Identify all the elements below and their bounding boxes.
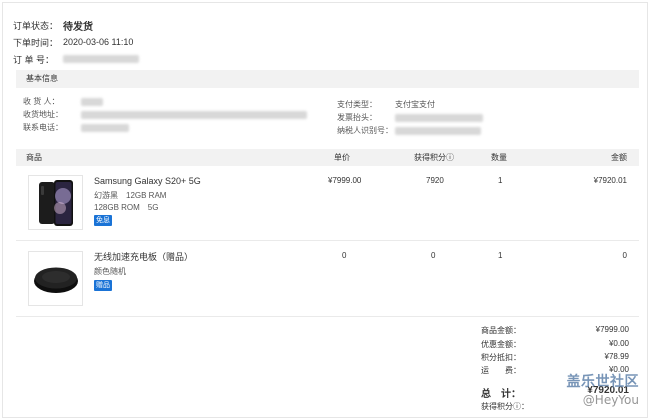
invoice-label: 发票抬头： bbox=[337, 113, 377, 122]
table-row: 无线加速充电板（赠品） 颜色随机 赠品 0 0 1 0 bbox=[16, 241, 639, 316]
charger-image-icon bbox=[33, 267, 78, 293]
order-number-row: 订 单 号： bbox=[13, 51, 139, 67]
product-points: 0 bbox=[431, 251, 436, 260]
col-quantity: 数量 bbox=[491, 153, 507, 162]
taxpayer-label: 纳税人识别号： bbox=[337, 126, 393, 135]
phone-image-icon bbox=[38, 179, 73, 226]
recipient-info: 收 货 人： 收货地址： 联系电话： bbox=[23, 95, 307, 134]
points-deduction-value: ¥78.99 bbox=[604, 352, 629, 361]
product-price: ¥7999.00 bbox=[328, 176, 362, 185]
table-row: Samsung Galaxy S20+ 5G 幻游黑 12GB RAM 128G… bbox=[16, 166, 639, 241]
total-label: 总 计： bbox=[481, 389, 521, 400]
product-quantity: 1 bbox=[498, 176, 503, 185]
product-name[interactable]: Samsung Galaxy S20+ 5G bbox=[94, 175, 201, 188]
payment-info: 支付类型： 支付宝支付 发票抬头： 纳税人识别号： bbox=[337, 98, 483, 137]
order-number-label: 订 单 号： bbox=[13, 54, 55, 65]
points-deduction-row: 积分抵扣： ¥78.99 bbox=[481, 352, 629, 366]
order-status-row: 订单状态： 待发货 bbox=[13, 17, 139, 33]
recipient-row: 收 货 人： bbox=[23, 95, 307, 108]
discount-row: 优惠金额： ¥0.00 bbox=[481, 339, 629, 353]
order-time-value: 2020-03-06 11:10 bbox=[63, 37, 134, 47]
order-time-label: 下单时间： bbox=[13, 37, 59, 48]
discount-value: ¥0.00 bbox=[608, 339, 629, 348]
taxpayer-row: 纳税人识别号： bbox=[337, 124, 483, 137]
col-amount: 金额 bbox=[611, 153, 627, 162]
earned-points-label: 获得积分ⓘ： bbox=[481, 402, 529, 411]
product-price: 0 bbox=[342, 251, 347, 260]
address-label: 收货地址： bbox=[23, 110, 63, 119]
phone-label: 联系电话： bbox=[23, 123, 63, 132]
discount-label: 优惠金额： bbox=[481, 340, 521, 349]
col-points: 获得积分ⓘ bbox=[414, 153, 454, 162]
watermark-handle: @HeyYou bbox=[582, 393, 639, 407]
product-amount: 0 bbox=[622, 251, 627, 260]
product-amount: ¥7920.01 bbox=[593, 176, 627, 185]
product-quantity: 1 bbox=[498, 251, 503, 260]
order-number-redacted bbox=[63, 55, 139, 63]
goods-amount-value: ¥7999.00 bbox=[595, 325, 629, 334]
shipping-label: 运 费： bbox=[481, 366, 521, 375]
order-status-label: 订单状态： bbox=[13, 20, 59, 31]
gift-badge: 赠品 bbox=[94, 280, 112, 291]
address-redacted bbox=[81, 110, 307, 119]
basic-info-header: 基本信息 bbox=[16, 70, 639, 88]
col-price: 单价 bbox=[334, 153, 350, 162]
pay-type-label: 支付类型： bbox=[337, 100, 377, 109]
order-status-block: 订单状态： 待发货 下单时间： 2020-03-06 11:10 订 单 号： bbox=[13, 17, 139, 68]
pay-type-value: 支付宝支付 bbox=[395, 100, 435, 109]
order-time-row: 下单时间： 2020-03-06 11:10 bbox=[13, 34, 139, 50]
col-product: 商品 bbox=[26, 153, 42, 162]
invoice-redacted bbox=[395, 113, 483, 122]
order-detail-panel: 订单状态： 待发货 下单时间： 2020-03-06 11:10 订 单 号： … bbox=[2, 2, 648, 418]
goods-amount-row: 商品金额： ¥7999.00 bbox=[481, 325, 629, 339]
summary-divider bbox=[16, 316, 639, 317]
taxpayer-redacted bbox=[395, 126, 481, 135]
invoice-row: 发票抬头： bbox=[337, 111, 483, 124]
product-thumbnail-phone[interactable] bbox=[28, 175, 83, 230]
recipient-label: 收 货 人： bbox=[23, 97, 60, 106]
community-watermark: 盖乐世社区 @HeyYou bbox=[567, 371, 640, 407]
watermark-title: 盖乐世社区 bbox=[566, 374, 639, 390]
points-deduction-label: 积分抵扣： bbox=[481, 353, 521, 362]
product-name[interactable]: 无线加速充电板（赠品） bbox=[94, 251, 193, 264]
product-points: 7920 bbox=[426, 176, 444, 185]
pay-type-row: 支付类型： 支付宝支付 bbox=[337, 98, 483, 111]
phone-row: 联系电话： bbox=[23, 121, 307, 134]
recipient-redacted bbox=[81, 97, 103, 106]
earned-points-row: 获得积分ⓘ： bbox=[481, 401, 529, 412]
goods-amount-label: 商品金额： bbox=[481, 326, 521, 335]
order-status-value: 待发货 bbox=[63, 21, 93, 33]
phone-redacted bbox=[81, 123, 129, 132]
product-thumbnail-charger[interactable] bbox=[28, 251, 83, 306]
product-spec: 128GB ROM 5G bbox=[94, 203, 159, 212]
address-row: 收货地址： bbox=[23, 108, 307, 121]
product-table-header: 商品 单价 获得积分ⓘ 数量 金额 bbox=[16, 149, 639, 166]
interest-free-badge: 免息 bbox=[94, 215, 112, 226]
product-spec: 颜色随机 bbox=[94, 267, 126, 276]
product-spec: 幻游黑 12GB RAM bbox=[94, 191, 167, 200]
